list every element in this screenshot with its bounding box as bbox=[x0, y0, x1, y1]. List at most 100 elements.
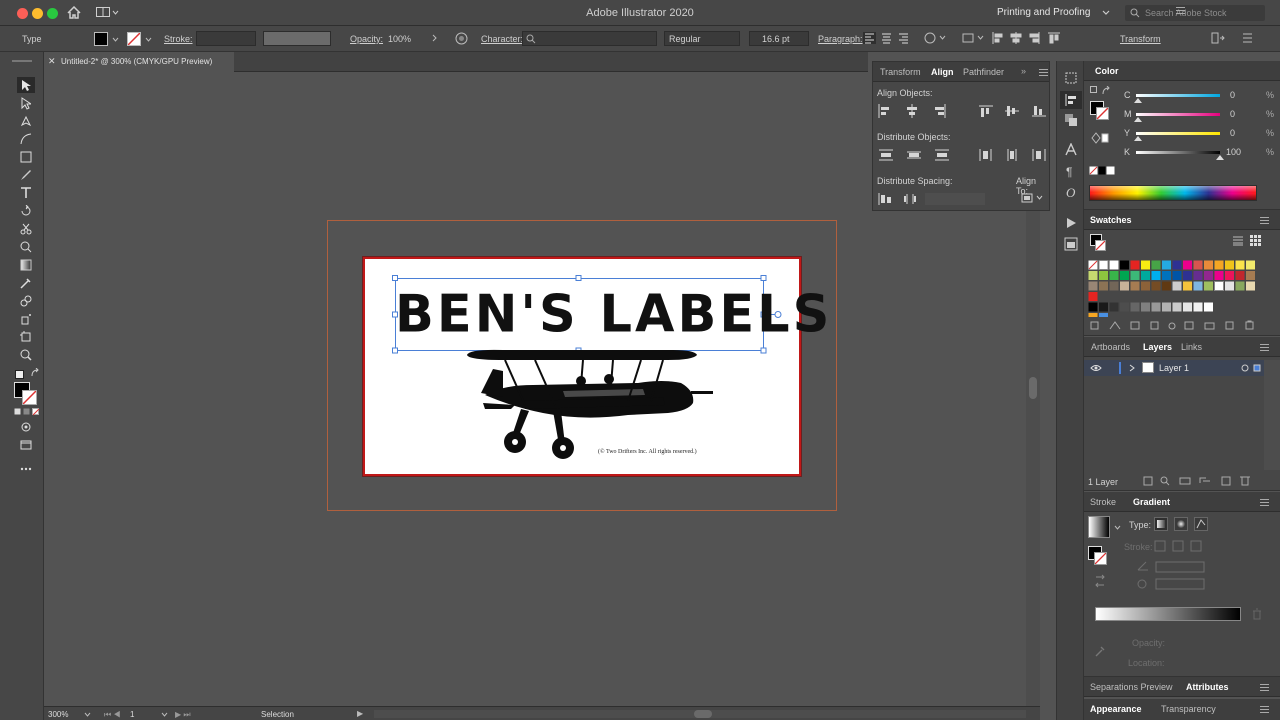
paragraph-label[interactable]: Paragraph: bbox=[818, 34, 863, 44]
attributes-menu-icon[interactable] bbox=[1260, 684, 1269, 691]
pen-tool-icon[interactable] bbox=[17, 114, 35, 128]
default-colors-icon[interactable] bbox=[15, 370, 24, 379]
channel-y-slider[interactable] bbox=[1136, 132, 1220, 135]
list-view-icon[interactable] bbox=[1232, 236, 1244, 246]
color-stroke-box[interactable] bbox=[1096, 107, 1109, 120]
stroke-label[interactable]: Stroke: bbox=[164, 34, 193, 44]
channel-k-value[interactable]: 100 bbox=[1226, 147, 1241, 157]
biplane-illustration[interactable] bbox=[463, 347, 725, 459]
stock-search-field[interactable]: Search Adobe Stock bbox=[1125, 5, 1265, 21]
curvature-tool-icon[interactable] bbox=[17, 132, 35, 146]
character-panel-icon[interactable] bbox=[1064, 143, 1078, 157]
artboard-tool-icon[interactable] bbox=[17, 330, 35, 344]
opacity-label[interactable]: Opacity: bbox=[350, 34, 383, 44]
tab-stroke[interactable]: Stroke bbox=[1090, 497, 1116, 507]
grid-view-icon[interactable] bbox=[1250, 235, 1262, 247]
variable-width-profile[interactable] bbox=[263, 31, 331, 46]
layers-scrollbar[interactable] bbox=[1264, 360, 1280, 470]
artboard-number[interactable]: 1 bbox=[130, 710, 134, 719]
gradient-type-buttons[interactable] bbox=[1154, 517, 1210, 531]
tab-links[interactable]: Links bbox=[1181, 342, 1202, 352]
appearance-menu-icon[interactable] bbox=[1260, 706, 1269, 713]
channel-m-thumb[interactable] bbox=[1134, 117, 1142, 122]
stroke-color-box[interactable] bbox=[22, 390, 37, 405]
workspace-switcher[interactable]: Printing and Proofing bbox=[997, 7, 1090, 18]
channel-c-thumb[interactable] bbox=[1134, 98, 1142, 103]
tab-separations-preview[interactable]: Separations Preview bbox=[1090, 682, 1173, 692]
selection-tool-icon[interactable] bbox=[17, 78, 35, 92]
color-spectrum-bar[interactable] bbox=[1089, 185, 1257, 201]
channel-c-slider[interactable] bbox=[1136, 94, 1220, 97]
pathfinder-panel-icon[interactable] bbox=[1064, 113, 1078, 127]
current-tool-status[interactable]: Selection bbox=[261, 710, 294, 719]
width-tool-icon[interactable] bbox=[17, 240, 35, 254]
font-style-field[interactable]: Regular bbox=[664, 31, 740, 46]
links-panel-icon[interactable] bbox=[1064, 237, 1078, 251]
vertical-scroll-thumb[interactable] bbox=[1029, 377, 1037, 399]
chevron-down-icon[interactable] bbox=[1114, 525, 1121, 530]
transform-label[interactable]: Transform bbox=[1120, 34, 1161, 44]
label-headline[interactable]: BEN'S LABELS bbox=[395, 284, 829, 345]
layer-row[interactable]: Layer 1 bbox=[1084, 360, 1264, 376]
transform-icon[interactable] bbox=[1211, 32, 1225, 44]
gradient-tool-icon[interactable] bbox=[17, 258, 35, 272]
distribute-spacing-icons[interactable] bbox=[877, 192, 919, 206]
character-label[interactable]: Character: bbox=[481, 34, 523, 44]
gradient-slider[interactable] bbox=[1095, 607, 1241, 621]
menu-icon[interactable] bbox=[1242, 32, 1256, 44]
channel-k-thumb[interactable] bbox=[1216, 155, 1224, 160]
horizontal-scroll-thumb[interactable] bbox=[694, 710, 712, 718]
paragraph-align-icons[interactable] bbox=[863, 32, 913, 44]
opentype-panel-icon[interactable]: O bbox=[1066, 185, 1075, 201]
color-panel-title[interactable]: Color bbox=[1095, 66, 1119, 76]
layer-name[interactable]: Layer 1 bbox=[1159, 363, 1189, 373]
swatches-menu-icon[interactable] bbox=[1260, 217, 1269, 224]
gradient-stroke-box[interactable] bbox=[1094, 552, 1107, 565]
swatches-panel-title[interactable]: Swatches bbox=[1090, 215, 1132, 225]
rotate-tool-icon[interactable] bbox=[17, 204, 35, 218]
gradient-menu-icon[interactable] bbox=[1260, 499, 1269, 506]
tab-transform[interactable]: Transform bbox=[880, 67, 921, 77]
distribute-objects-icons[interactable] bbox=[877, 148, 1047, 162]
color-swap-icons[interactable] bbox=[1090, 86, 1112, 96]
channel-c-value[interactable]: 0 bbox=[1230, 90, 1235, 100]
layers-footer-icons[interactable] bbox=[1142, 475, 1262, 487]
close-tab-icon[interactable]: ✕ bbox=[48, 56, 56, 67]
type-tool-icon[interactable] bbox=[17, 186, 35, 200]
tab-gradient[interactable]: Gradient bbox=[1133, 497, 1170, 507]
toolbar-grip[interactable] bbox=[12, 60, 32, 62]
font-size-field[interactable]: 16.6 pt bbox=[749, 31, 809, 46]
layer-target-icons[interactable] bbox=[1241, 364, 1261, 372]
tab-pathfinder[interactable]: Pathfinder bbox=[963, 67, 1004, 77]
color-mode-icons[interactable] bbox=[14, 408, 40, 416]
chevron-down-icon[interactable] bbox=[161, 712, 168, 717]
more-tools-icon[interactable] bbox=[17, 462, 35, 476]
tab-align[interactable]: Align bbox=[931, 67, 954, 77]
align-panel-icon[interactable] bbox=[1064, 93, 1078, 107]
tab-attributes[interactable]: Attributes bbox=[1186, 682, 1229, 692]
chevron-down-icon[interactable] bbox=[84, 712, 91, 717]
swatches-stroke-box[interactable] bbox=[1095, 240, 1106, 251]
tab-transparency[interactable]: Transparency bbox=[1161, 704, 1216, 714]
layers-menu-icon[interactable] bbox=[1260, 344, 1269, 351]
stroke-swatch[interactable] bbox=[127, 32, 141, 46]
drawing-mode-icon[interactable] bbox=[17, 420, 35, 434]
zoom-tool-icon[interactable] bbox=[17, 348, 35, 362]
first-artboard-icon[interactable]: ⏮ ◀ bbox=[104, 710, 121, 720]
swatches-footer-icons[interactable] bbox=[1090, 320, 1260, 332]
collapse-panel-icon[interactable]: » bbox=[1021, 66, 1026, 76]
scissors-tool-icon[interactable] bbox=[17, 222, 35, 236]
tab-layers[interactable]: Layers bbox=[1143, 342, 1172, 352]
channel-y-thumb[interactable] bbox=[1134, 136, 1142, 141]
none-white-black-swatches[interactable] bbox=[1089, 166, 1115, 176]
opacity-value[interactable]: 100% bbox=[388, 34, 411, 44]
align-to-selection-icon[interactable] bbox=[1021, 192, 1045, 204]
chevron-down-icon[interactable] bbox=[112, 37, 119, 42]
spacing-value-field[interactable] bbox=[925, 193, 985, 205]
transform-panel-icon[interactable] bbox=[1064, 71, 1078, 85]
swap-colors-icon[interactable] bbox=[30, 368, 40, 378]
panel-menu-icon[interactable] bbox=[1039, 69, 1048, 76]
font-family-field[interactable] bbox=[522, 31, 657, 46]
next-artboard-icon[interactable]: ▶ ⏭ bbox=[175, 710, 191, 720]
symbol-sprayer-tool-icon[interactable] bbox=[17, 312, 35, 326]
